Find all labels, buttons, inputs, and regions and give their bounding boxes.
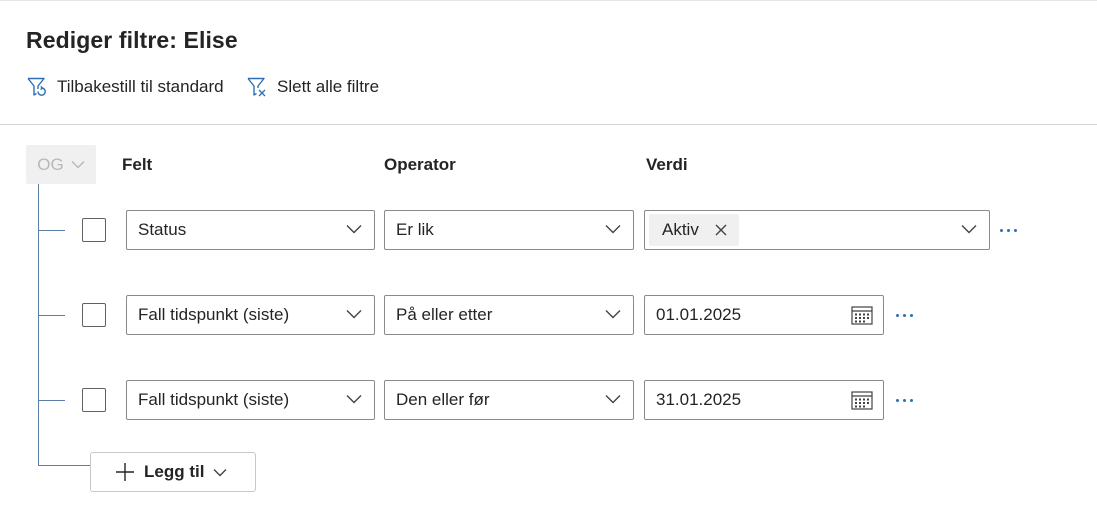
add-filter-label: Legg til <box>144 462 205 481</box>
chevron-down-icon <box>605 225 621 234</box>
tree-branch <box>38 315 65 316</box>
top-border <box>0 0 1097 1</box>
calendar-icon[interactable] <box>851 305 873 325</box>
plus-icon <box>115 462 135 482</box>
chevron-down-icon <box>346 395 362 404</box>
column-header-value: Verdi <box>646 155 688 174</box>
filter-clear-icon <box>247 77 266 97</box>
reset-filters-label: Tilbakestill til standard <box>57 77 224 96</box>
column-header-operator: Operator <box>384 155 456 174</box>
value-multiselect[interactable]: Aktiv <box>644 210 990 250</box>
date-input-value: 31.01.2025 <box>656 390 742 409</box>
field-dropdown[interactable]: Fall tidspunkt (siste) <box>126 295 375 335</box>
chevron-down-icon <box>605 395 621 404</box>
close-icon <box>715 224 727 236</box>
chevron-down-icon <box>346 225 362 234</box>
row-select-checkbox[interactable] <box>82 303 106 327</box>
column-header-field: Felt <box>122 155 153 174</box>
date-input[interactable]: 31.01.2025 <box>644 380 884 420</box>
tree-line <box>38 184 39 466</box>
chevron-down-icon <box>71 161 85 169</box>
row-select-checkbox[interactable] <box>82 388 106 412</box>
filter-reset-icon <box>27 77 46 96</box>
operator-dropdown[interactable]: Er lik <box>384 210 634 250</box>
add-filter-button[interactable]: Legg til <box>90 452 256 492</box>
reset-filters-button[interactable]: Tilbakestill til standard <box>26 75 224 99</box>
clear-all-filters-button[interactable]: Slett alle filtre <box>246 75 379 99</box>
operator-dropdown-value: Er lik <box>396 220 434 239</box>
group-operator-label: OG <box>37 154 64 174</box>
date-input-value: 01.01.2025 <box>656 305 742 324</box>
tree-branch <box>38 230 65 231</box>
field-dropdown[interactable]: Fall tidspunkt (siste) <box>126 380 375 420</box>
value-tag-label: Aktiv <box>662 220 699 239</box>
row-more-options-button[interactable] <box>892 305 916 325</box>
page-title: Rediger filtre: Elise <box>26 27 238 53</box>
date-input[interactable]: 01.01.2025 <box>644 295 884 335</box>
tree-branch <box>38 400 65 401</box>
field-dropdown-value: Status <box>138 220 187 239</box>
row-select-checkbox[interactable] <box>82 218 106 242</box>
operator-dropdown[interactable]: Den eller før <box>384 380 634 420</box>
tree-branch <box>38 465 90 466</box>
chevron-down-icon <box>605 310 621 319</box>
remove-tag-button[interactable] <box>715 224 727 236</box>
operator-dropdown[interactable]: På eller etter <box>384 295 634 335</box>
field-dropdown[interactable]: Status <box>126 210 375 250</box>
field-dropdown-value: Fall tidspunkt (siste) <box>138 390 290 409</box>
operator-dropdown-value: Den eller før <box>396 390 490 409</box>
row-more-options-button[interactable] <box>892 390 916 410</box>
row-more-options-button[interactable] <box>996 220 1020 240</box>
group-operator-dropdown[interactable]: OG <box>26 145 96 184</box>
value-tag: Aktiv <box>649 214 739 246</box>
clear-all-filters-label: Slett alle filtre <box>277 77 380 96</box>
chevron-down-icon <box>346 310 362 319</box>
chevron-down-icon <box>213 468 227 477</box>
chevron-down-icon <box>961 225 977 234</box>
calendar-icon[interactable] <box>851 390 873 410</box>
field-dropdown-value: Fall tidspunkt (siste) <box>138 305 290 324</box>
operator-dropdown-value: På eller etter <box>396 305 493 324</box>
header-divider <box>0 124 1097 125</box>
